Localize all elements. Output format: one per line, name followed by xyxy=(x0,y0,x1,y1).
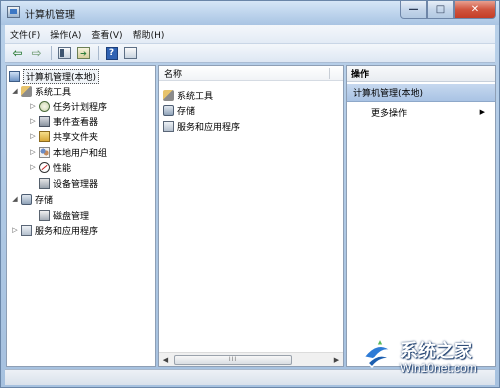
more-actions-label: 更多操作 xyxy=(371,108,408,119)
show-hide-action-pane-button[interactable] xyxy=(122,45,139,61)
device-manager-icon xyxy=(39,177,50,189)
expand-toggle[interactable]: ▷ xyxy=(29,148,37,156)
computer-management-app-icon[interactable] xyxy=(7,6,20,18)
expand-toggle[interactable]: ◢ xyxy=(11,195,19,203)
local-users-icon xyxy=(39,146,50,158)
scroll-right-button[interactable]: ▶ xyxy=(330,353,343,366)
tree-item-label: 系统工具 xyxy=(35,87,72,98)
tree-item-label: 事件查看器 xyxy=(53,117,99,128)
task-scheduler-icon xyxy=(39,100,50,112)
status-bar xyxy=(5,369,495,385)
minimize-button[interactable]: — xyxy=(400,1,427,19)
tree-item-label: 存储 xyxy=(35,195,54,206)
console-tree-pane: 计算机管理(本地) ◢ 系统工具 ▷ 任务计划程序 ▷ 事件查看器 ▷ 共享文件… xyxy=(6,65,156,367)
tree-item-services-applications[interactable]: ▷ 服务和应用程序 xyxy=(11,223,98,237)
menu-view[interactable]: 查看(V) xyxy=(86,28,127,41)
forward-button[interactable]: ⇨ xyxy=(28,45,45,61)
show-console-tree-button[interactable] xyxy=(56,45,73,61)
actions-header: 操作 xyxy=(347,66,495,82)
column-divider[interactable] xyxy=(329,68,330,79)
expand-toggle[interactable]: ▷ xyxy=(29,102,37,110)
list-item-label: 系统工具 xyxy=(177,91,214,102)
forward-arrow-icon: ⇨ xyxy=(31,46,42,60)
toolbar: ⇦ ⇨ ➔ ? xyxy=(5,43,495,63)
storage-icon xyxy=(163,104,174,116)
menu-bar: 文件(F) 操作(A) 查看(V) 帮助(H) xyxy=(5,25,495,43)
close-button[interactable]: ✕ xyxy=(454,1,496,19)
maximize-button[interactable]: □ xyxy=(427,1,454,19)
back-button[interactable]: ⇦ xyxy=(9,45,26,61)
list-item[interactable]: 存储 xyxy=(163,103,195,117)
tree-item-storage[interactable]: ◢ 存储 xyxy=(11,192,53,206)
shared-folders-icon xyxy=(39,130,50,142)
help-icon: ? xyxy=(105,46,118,60)
tree-item-shared-folders[interactable]: ▷ 共享文件夹 xyxy=(29,129,98,143)
tree-item-computer-management[interactable]: 计算机管理(本地) xyxy=(9,68,100,84)
tree-item-label: 计算机管理(本地) xyxy=(23,68,100,84)
window-title: 计算机管理 xyxy=(25,10,75,21)
menu-help[interactable]: 帮助(H) xyxy=(128,28,170,41)
list-item[interactable]: 系统工具 xyxy=(163,88,213,102)
tree-item-label: 任务计划程序 xyxy=(53,102,108,113)
toolbar-separator xyxy=(51,46,52,60)
list-item[interactable]: 服务和应用程序 xyxy=(163,119,240,133)
caption-buttons: — □ ✕ xyxy=(400,1,496,19)
tree-item-label: 性能 xyxy=(53,163,72,174)
expand-toggle[interactable]: ◢ xyxy=(11,87,19,95)
services-applications-icon xyxy=(21,224,32,236)
tree-item-label: 磁盘管理 xyxy=(53,211,90,222)
storage-icon xyxy=(21,193,32,205)
tree-item-label: 本地用户和组 xyxy=(53,148,108,159)
menu-file[interactable]: 文件(F) xyxy=(5,28,45,41)
event-viewer-icon xyxy=(39,115,50,127)
list-item-label: 服务和应用程序 xyxy=(177,122,241,133)
scrollbar-thumb[interactable]: III xyxy=(174,354,292,365)
tree-item-task-scheduler[interactable]: ▷ 任务计划程序 xyxy=(29,99,107,113)
actions-pane: 操作 计算机管理(本地) 更多操作 ▶ xyxy=(346,65,496,367)
export-list-icon: ➔ xyxy=(77,47,90,59)
computer-management-icon xyxy=(9,70,20,82)
tree-item-label: 服务和应用程序 xyxy=(35,226,99,237)
system-tools-icon xyxy=(21,85,32,97)
system-tools-icon xyxy=(163,89,174,101)
submenu-arrow-icon: ▶ xyxy=(479,108,485,116)
tree-item-performance[interactable]: ▷ 性能 xyxy=(29,160,71,174)
expand-toggle[interactable]: ▷ xyxy=(29,117,37,125)
tree-item-event-viewer[interactable]: ▷ 事件查看器 xyxy=(29,114,98,128)
performance-icon xyxy=(39,161,50,173)
actions-section-computer-management[interactable]: 计算机管理(本地) xyxy=(347,84,495,102)
tree-item-device-manager[interactable]: 设备管理器 xyxy=(39,176,98,190)
column-header-name[interactable]: 名称 xyxy=(159,66,343,81)
toolbar-separator xyxy=(98,46,99,60)
services-applications-icon xyxy=(163,120,174,132)
tree-item-label: 设备管理器 xyxy=(53,179,99,190)
column-header-label: 名称 xyxy=(164,69,183,80)
help-button[interactable]: ? xyxy=(103,45,120,61)
results-pane: 名称 系统工具 存储 服务和应用程序 ◀ III ▶ xyxy=(158,65,344,367)
menu-action[interactable]: 操作(A) xyxy=(45,28,86,41)
expand-toggle[interactable]: ▷ xyxy=(29,132,37,140)
list-item-label: 存储 xyxy=(177,106,196,117)
tree-item-system-tools[interactable]: ◢ 系统工具 xyxy=(11,84,71,98)
export-list-button[interactable]: ➔ xyxy=(75,45,92,61)
horizontal-scrollbar[interactable]: ◀ III ▶ xyxy=(159,352,343,366)
scrollbar-track[interactable]: III xyxy=(172,354,330,366)
tree-item-label: 共享文件夹 xyxy=(53,132,99,143)
expand-toggle[interactable]: ▷ xyxy=(29,163,37,171)
expand-toggle[interactable]: ▷ xyxy=(11,226,19,234)
window-frame: 计算机管理 — □ ✕ 文件(F) 操作(A) 查看(V) 帮助(H) ⇦ ⇨ … xyxy=(0,0,500,388)
scroll-left-button[interactable]: ◀ xyxy=(159,353,172,366)
tree-item-disk-management[interactable]: 磁盘管理 xyxy=(39,208,89,222)
tree-item-local-users-groups[interactable]: ▷ 本地用户和组 xyxy=(29,145,107,159)
more-actions-item[interactable]: 更多操作 ▶ xyxy=(371,105,489,119)
disk-management-icon xyxy=(39,209,50,221)
title-bar[interactable]: 计算机管理 — □ ✕ xyxy=(1,1,499,25)
show-hide-pane-icon xyxy=(124,47,137,59)
console-tree-icon xyxy=(58,47,71,59)
back-arrow-icon: ⇦ xyxy=(12,46,23,60)
